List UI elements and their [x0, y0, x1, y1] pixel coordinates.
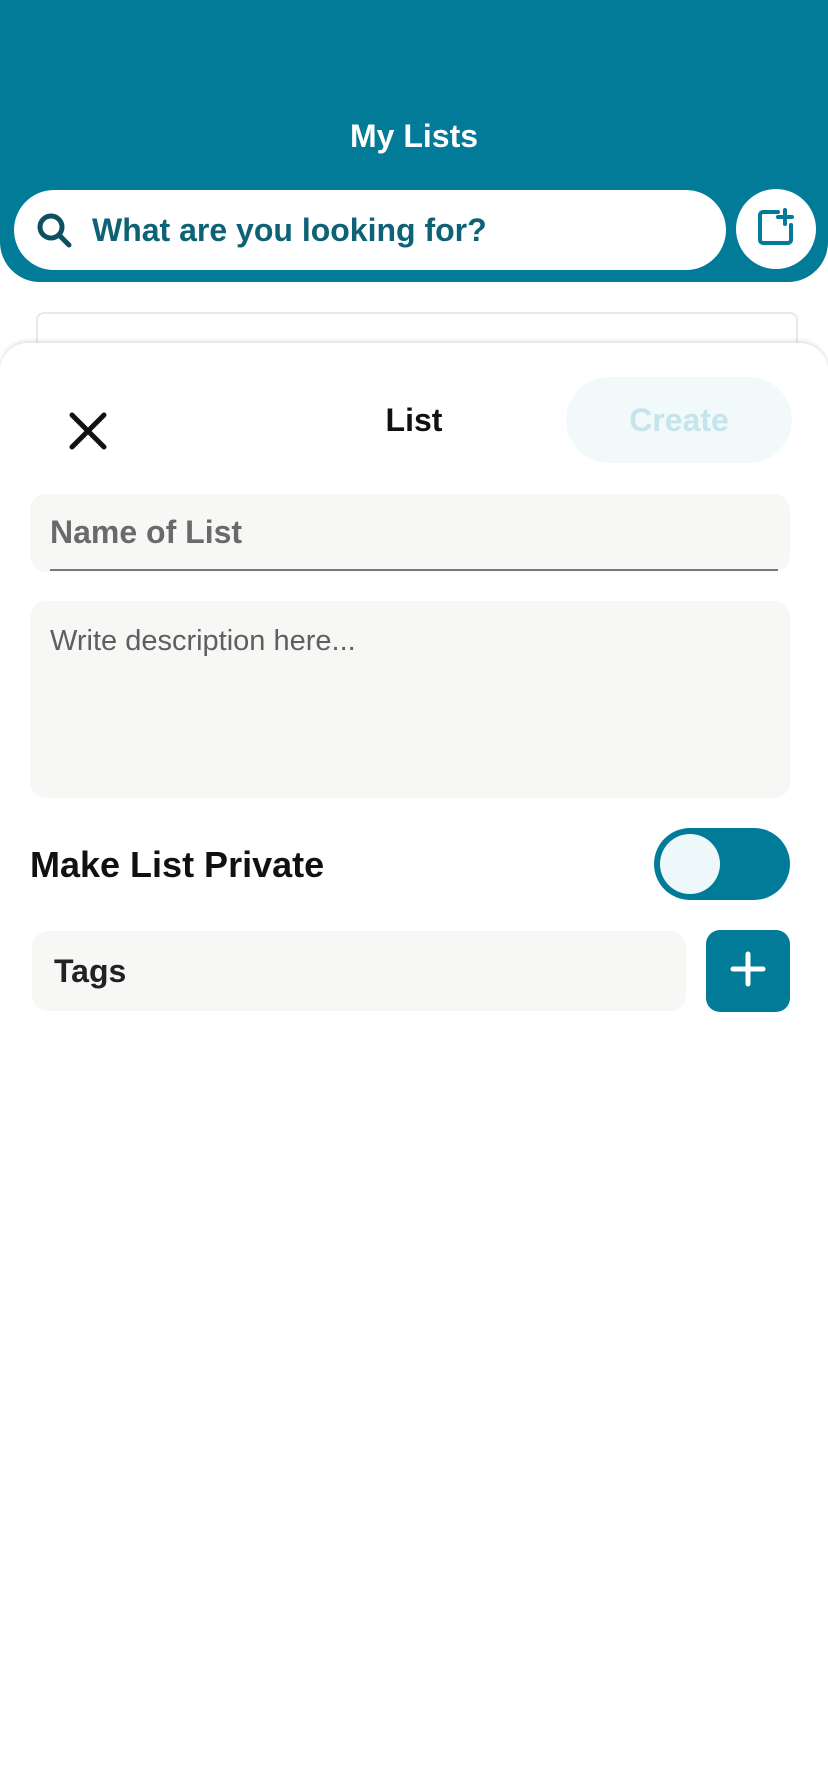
field-underline [50, 569, 778, 571]
plus-icon [730, 951, 766, 992]
tags-field[interactable]: Tags [32, 931, 686, 1011]
list-name-placeholder: Name of List [50, 514, 243, 550]
tags-label: Tags [54, 953, 127, 989]
new-list-button[interactable] [736, 189, 816, 269]
list-name-field[interactable]: Name of List [30, 494, 790, 572]
private-label: Make List Private [30, 844, 325, 885]
description-placeholder: Write description here... [50, 625, 356, 657]
search-icon [34, 210, 74, 250]
search-input[interactable]: What are you looking for? [92, 212, 487, 249]
page-title: My Lists [349, 118, 479, 154]
toggle-knob [660, 834, 720, 894]
create-button[interactable]: Create [566, 377, 792, 463]
add-tag-button[interactable] [706, 930, 790, 1012]
search-bar[interactable]: What are you looking for? [14, 190, 726, 270]
private-toggle[interactable] [654, 828, 790, 900]
description-field[interactable]: Write description here... [30, 601, 790, 798]
add-box-icon [756, 207, 796, 252]
